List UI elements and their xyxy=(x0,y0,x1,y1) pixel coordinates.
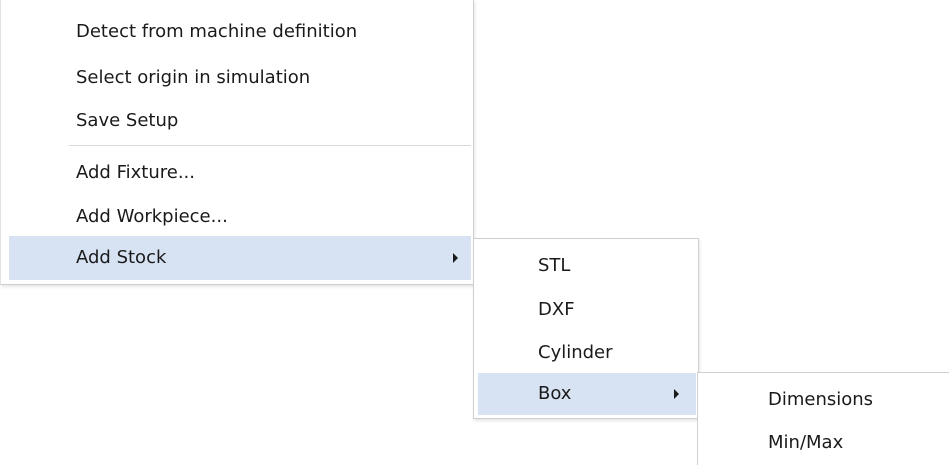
box-submenu: Dimensions Min/Max xyxy=(697,372,949,465)
menu-item-cylinder[interactable]: Cylinder xyxy=(474,330,698,376)
stock-submenu: STL DXF Cylinder Box xyxy=(473,238,699,419)
menu-item-dxf[interactable]: DXF xyxy=(474,287,698,333)
menu-item-label: Save Setup xyxy=(76,110,179,131)
chevron-right-icon xyxy=(674,389,679,399)
menu-item-box[interactable]: Box xyxy=(478,373,696,415)
menu-item-add-stock[interactable]: Add Stock xyxy=(9,236,471,280)
menu-item-save-setup[interactable]: Save Setup xyxy=(1,98,473,144)
menu-item-label: Select origin in simulation xyxy=(76,67,311,88)
menu-item-detect-from-machine-definition[interactable]: Detect from machine definition xyxy=(1,9,473,55)
menu-item-label: Add Stock xyxy=(76,247,167,268)
menu-item-add-fixture[interactable]: Add Fixture... xyxy=(1,150,473,196)
menu-item-label: Min/Max xyxy=(768,432,844,453)
menu-item-stl[interactable]: STL xyxy=(474,243,698,289)
menu-item-min-max[interactable]: Min/Max xyxy=(698,420,949,466)
menu-item-label: Detect from machine definition xyxy=(76,21,358,42)
menu-item-label: STL xyxy=(538,255,571,276)
menu-item-dimensions[interactable]: Dimensions xyxy=(698,377,949,423)
menu-item-label: Cylinder xyxy=(538,342,613,363)
menu-item-label: Box xyxy=(538,383,572,404)
chevron-right-icon xyxy=(453,253,458,263)
menu-item-add-workpiece[interactable]: Add Workpiece... xyxy=(1,194,473,240)
menu-item-label: Add Fixture... xyxy=(76,162,195,183)
menu-item-select-origin-in-simulation[interactable]: Select origin in simulation xyxy=(1,55,473,101)
menu-item-label: Dimensions xyxy=(768,389,874,410)
menu-separator xyxy=(69,145,471,146)
menu-item-label: Add Workpiece... xyxy=(76,206,228,227)
menu-item-label: DXF xyxy=(538,299,575,320)
context-menu: Detect from machine definition Select or… xyxy=(0,0,474,285)
